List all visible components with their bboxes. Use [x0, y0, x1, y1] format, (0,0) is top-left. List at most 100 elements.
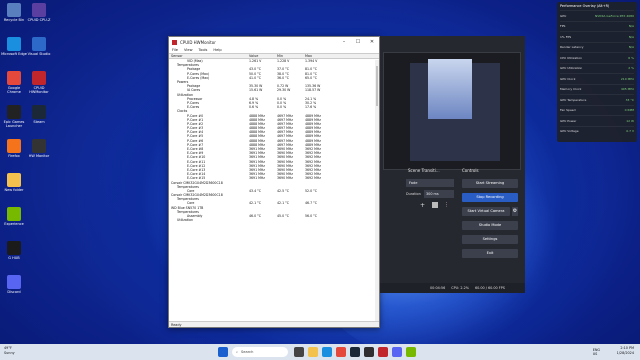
- nvidia-taskbar-icon[interactable]: [406, 347, 416, 357]
- chrome-taskbar-icon[interactable]: [336, 347, 346, 357]
- overlay-row: GPU Temperature 33 °C: [560, 94, 634, 105]
- sensor-min: 45.0 °C: [277, 214, 289, 219]
- edge-taskbar-icon[interactable]: [322, 347, 332, 357]
- overlay-value: 0.7 V: [626, 129, 634, 134]
- overlay-label: Fan Speed: [560, 108, 576, 113]
- add-icon[interactable]: +: [420, 202, 425, 209]
- scene-transitions-title: Scene Transiti...: [408, 168, 440, 173]
- task-view-icon[interactable]: [294, 347, 304, 357]
- desktop-icon-label: CPUID CPU-Z: [27, 18, 51, 22]
- overlay-value: NVIDIA GeForce RTX 4080: [595, 13, 634, 18]
- desktop-icon-hwmonitor[interactable]: CPUID HWMonitor: [26, 71, 52, 94]
- start-icon[interactable]: [218, 347, 228, 357]
- overlay-label: GPU Clock: [560, 76, 576, 81]
- overlay-row: GPU Utilization 2 %: [560, 62, 634, 74]
- vs-icon: [32, 37, 46, 51]
- obs-preview[interactable]: [383, 52, 521, 170]
- firefox-icon: [7, 139, 21, 153]
- start-virtual-camera-button[interactable]: Start Virtual Camera: [462, 207, 510, 216]
- start-streaming-button[interactable]: Start Streaming: [462, 179, 518, 188]
- overlay-row: GPU NVIDIA GeForce RTX 4080: [560, 10, 634, 21]
- file-explorer-icon[interactable]: [308, 347, 318, 357]
- menu-tools[interactable]: Tools: [199, 48, 208, 52]
- exit-button[interactable]: Exit: [462, 249, 518, 258]
- col-min[interactable]: Min: [277, 54, 305, 58]
- overlay-label: CPU Utilization: [560, 55, 583, 60]
- scrollbar-thumb[interactable]: [376, 66, 378, 106]
- desktop-icon-steam[interactable]: Steam: [26, 105, 52, 124]
- desktop-icon-gauge[interactable]: HW Monitor: [26, 139, 52, 158]
- weather-desc: Sunny: [4, 351, 15, 355]
- desktop-icon-label: New folder: [4, 188, 24, 192]
- recycle-bin-icon: [7, 3, 21, 17]
- studio-mode-button[interactable]: Studio Mode: [462, 221, 518, 230]
- search-label: Search: [241, 350, 254, 354]
- fps-readout: 60.00 / 60.00 FPS: [474, 286, 505, 290]
- sensor-max: 3692 MHz: [305, 176, 321, 181]
- maximize-button[interactable]: ☐: [351, 39, 365, 45]
- overlay-row: CPU Utilization 6 %: [560, 52, 634, 63]
- col-sensor[interactable]: Sensor: [169, 54, 249, 58]
- col-value[interactable]: Value: [249, 54, 277, 58]
- sensor-min: 1.228 V: [277, 59, 290, 64]
- virtual-camera-settings-icon[interactable]: ⚙: [512, 207, 518, 216]
- minimize-button[interactable]: –: [337, 39, 351, 45]
- vertical-scrollbar[interactable]: [375, 60, 379, 322]
- duration-input[interactable]: 300 ms: [424, 190, 454, 198]
- overlay-row: Render Latency N/A: [560, 41, 634, 53]
- desktop-icon-label: CPUID HWMonitor: [29, 86, 49, 94]
- desktop-icon-vs[interactable]: Visual Studio: [26, 37, 52, 56]
- performance-overlay: Performance Overlay (Alt+R) GPU NVIDIA Ge…: [557, 2, 637, 142]
- sensor-value: 41.0 °C: [249, 75, 261, 80]
- trash-icon[interactable]: [432, 202, 438, 208]
- desktop-icon-edge[interactable]: Microsoft Edge: [1, 37, 27, 56]
- search-box[interactable]: ⌕ Search: [232, 347, 288, 357]
- close-button[interactable]: ✕: [365, 39, 379, 45]
- more-icon[interactable]: ⋮: [444, 202, 449, 208]
- overlay-row: GPU Voltage 0.7 V: [560, 125, 634, 137]
- desktop-icon-ghub[interactable]: G HUB: [1, 241, 27, 260]
- epic-icon: [7, 105, 21, 119]
- desktop-icon-folder[interactable]: New folder: [1, 173, 27, 192]
- sensor-min: 29.30 W: [277, 88, 291, 93]
- menu-help[interactable]: Help: [213, 48, 221, 52]
- hwmonitor-app-icon: [172, 39, 177, 45]
- desktop-icon-recycle-bin[interactable]: Recycle Bin: [1, 3, 27, 22]
- desktop-icon-firefox[interactable]: Firefox: [1, 139, 27, 158]
- steam-taskbar-icon[interactable]: [350, 347, 360, 357]
- overlay-label: GPU Power: [560, 118, 577, 123]
- overlay-value: 33 °C: [625, 97, 634, 102]
- discord-taskbar-icon[interactable]: [392, 347, 402, 357]
- taskbar: 49°F Sunny ⌕ Search ENG US 2:10 PM 1/28/…: [0, 344, 640, 360]
- overlay-label: 1% FPS: [560, 34, 572, 39]
- overlay-label: GPU Temperature: [560, 97, 587, 102]
- table-row[interactable]: Utilization: [169, 218, 379, 222]
- menu-view[interactable]: View: [184, 48, 193, 52]
- desktop-icon-epic[interactable]: Epic Games Launcher: [1, 105, 27, 128]
- hwmonitor-taskbar-icon[interactable]: [378, 347, 388, 357]
- transition-select[interactable]: Fade: [406, 179, 454, 187]
- sensor-value: 1.261 V: [249, 59, 262, 64]
- col-max[interactable]: Max: [305, 54, 333, 58]
- hwmonitor-window[interactable]: CPUID HWMonitor – ☐ ✕ File View Tools He…: [168, 36, 380, 328]
- gauge-icon: [32, 139, 46, 153]
- cpuz-icon: [32, 3, 46, 17]
- menu-file[interactable]: File: [172, 48, 178, 52]
- overlay-row: FPS N/A: [560, 20, 634, 32]
- language-indicator[interactable]: ENG US: [593, 348, 600, 356]
- sensor-max: 17.6 %: [305, 105, 317, 110]
- duration-label: Duration: [406, 192, 421, 196]
- overlay-value: 2 %: [628, 66, 634, 71]
- weather-widget[interactable]: 49°F Sunny: [4, 346, 15, 356]
- titlebar[interactable]: CPUID HWMonitor – ☐ ✕: [169, 37, 379, 47]
- clock[interactable]: 2:10 PM 1/28/2024: [617, 346, 634, 356]
- desktop-icon-chrome[interactable]: Google Chrome: [1, 71, 27, 94]
- sensor-tree[interactable]: VID (Max) 1.261 V 1.228 V 1.394 V Temperatur…: [169, 59, 379, 318]
- desktop-icon-label: Google Chrome: [7, 86, 21, 94]
- settings-button[interactable]: Settings: [462, 235, 518, 244]
- desktop-icon-cpuz[interactable]: CPUID CPU-Z: [26, 3, 52, 22]
- obs-taskbar-icon[interactable]: [364, 347, 374, 357]
- desktop-icon-discord[interactable]: Discord: [1, 275, 27, 294]
- desktop-icon-nvidia[interactable]: Experience: [1, 207, 27, 226]
- stop-recording-button[interactable]: Stop Recording: [462, 193, 518, 202]
